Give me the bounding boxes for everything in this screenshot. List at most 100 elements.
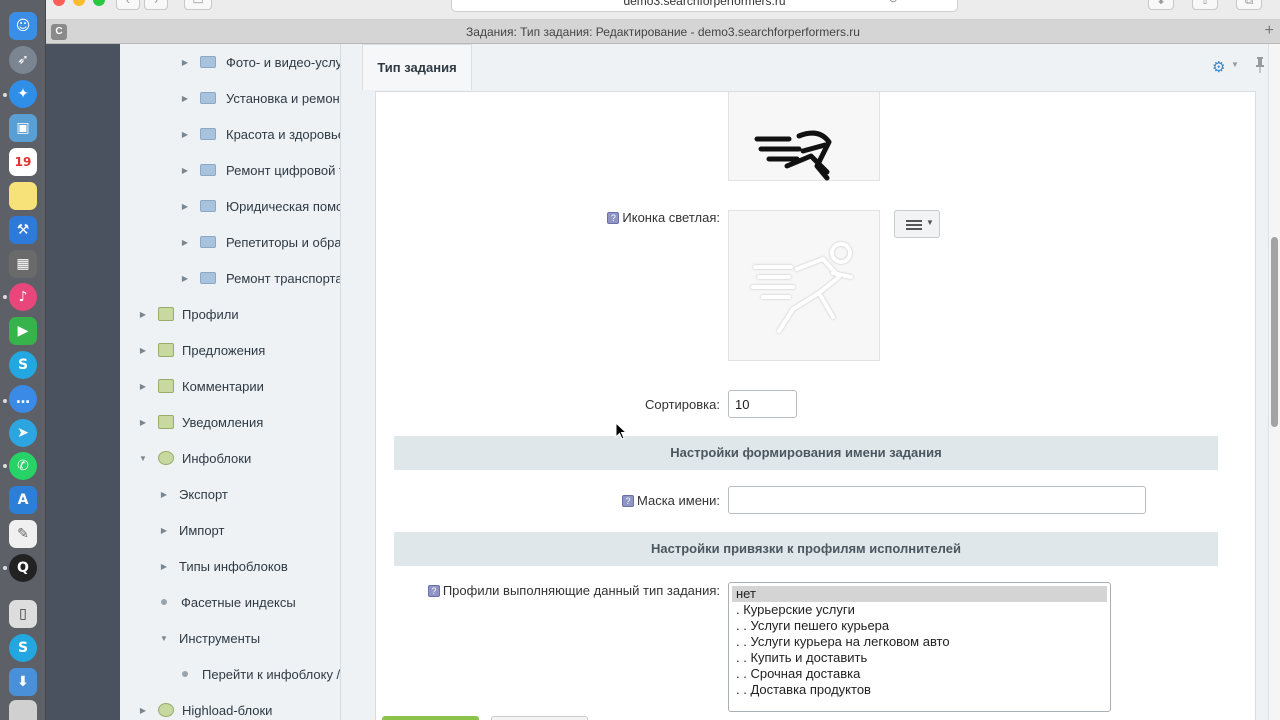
collapse-arrow-icon[interactable]: ▼: [138, 454, 148, 463]
messages-icon[interactable]: …: [9, 385, 37, 413]
tree-item-folder[interactable]: ▶ Установка и ремонт: [180, 88, 340, 108]
collapse-arrow-icon[interactable]: ▼: [159, 634, 169, 643]
calculator-icon[interactable]: ▦: [9, 250, 37, 278]
apply-button[interactable]: [491, 716, 588, 720]
downloads-button[interactable]: ⬇: [1148, 0, 1174, 10]
address-bar[interactable]: demo3.searchforperformers.ru: [451, 0, 958, 12]
expand-arrow-icon[interactable]: ▶: [180, 130, 190, 139]
tree-item-import[interactable]: ▶ Импорт: [159, 520, 225, 540]
itunes-icon[interactable]: ♪: [9, 283, 37, 311]
listbox-option[interactable]: . . Срочная доставка: [732, 666, 1107, 682]
skype-icon[interactable]: S: [9, 351, 37, 379]
tree-item-facet-indexes[interactable]: Фасетные индексы: [159, 592, 296, 612]
icon-light-preview[interactable]: [728, 210, 880, 361]
preview-icon[interactable]: ▣: [9, 114, 37, 142]
expand-arrow-icon[interactable]: ▶: [180, 166, 190, 175]
tabs-overview-button[interactable]: ⧉: [1236, 0, 1262, 10]
sidebar-toggle-button[interactable]: ▭: [184, 0, 212, 10]
zoom-window-icon[interactable]: [93, 0, 105, 6]
finder-icon[interactable]: ☺: [9, 12, 37, 40]
listbox-option[interactable]: . . Доставка продуктов: [732, 682, 1107, 698]
chevron-down-icon[interactable]: ▼: [1231, 60, 1239, 69]
listbox-option[interactable]: . Курьерские услуги: [732, 602, 1107, 618]
calendar-icon[interactable]: 19: [9, 148, 37, 176]
close-window-icon[interactable]: [53, 0, 65, 6]
tab-title[interactable]: Задания: Тип задания: Редактирование - d…: [46, 25, 1280, 39]
reload-icon[interactable]: ↻: [886, 0, 900, 10]
share-button[interactable]: ⇧: [1192, 0, 1218, 10]
forward-button[interactable]: ›: [144, 0, 168, 10]
expand-arrow-icon[interactable]: ▶: [159, 526, 169, 535]
launchpad-icon[interactable]: ➶: [9, 46, 37, 74]
tree-item-infoblocks[interactable]: ▼ Инфоблоки: [138, 448, 251, 468]
expand-arrow-icon[interactable]: ▶: [138, 346, 148, 355]
icon-dark-preview[interactable]: [728, 92, 880, 181]
tree-item-folder[interactable]: ▶Фото- и видео-услуги: [180, 52, 340, 72]
telegram-icon[interactable]: ➤: [9, 419, 37, 447]
sort-input[interactable]: [728, 390, 797, 418]
tab-task-type[interactable]: Тип задания: [362, 44, 472, 90]
expand-arrow-icon[interactable]: ▶: [138, 418, 148, 427]
expand-arrow-icon[interactable]: ▶: [159, 490, 169, 499]
trash-icon[interactable]: [9, 700, 37, 720]
appstore-icon[interactable]: A: [9, 486, 37, 514]
xcode-icon[interactable]: ⚒: [9, 216, 37, 244]
minimize-window-icon[interactable]: [73, 0, 85, 6]
expand-arrow-icon[interactable]: ▶: [180, 58, 190, 67]
tree-item-profiles[interactable]: ▶ Профили: [138, 304, 239, 324]
edit-form: ?Иконка светлая: ▼ Сортировка: Настройки…: [375, 91, 1256, 720]
scrollbar-thumb[interactable]: [1271, 237, 1278, 427]
pin-icon[interactable]: [1255, 57, 1265, 73]
tree-item-export[interactable]: ▶ Экспорт: [159, 484, 228, 504]
gear-icon[interactable]: ⚙: [1212, 58, 1225, 76]
new-tab-button[interactable]: +: [1265, 22, 1274, 40]
tree-item-folder[interactable]: ▶ Ремонт транспорта: [180, 268, 340, 288]
hint-icon[interactable]: ?: [427, 585, 440, 597]
listbox-option[interactable]: . . Услуги пешего курьера: [732, 618, 1107, 634]
expand-arrow-icon[interactable]: ▶: [180, 274, 190, 283]
tree-item-folder[interactable]: ▶ Репетиторы и образ: [180, 232, 340, 252]
whatsapp-icon[interactable]: ✆: [9, 452, 37, 480]
notes-icon[interactable]: [9, 182, 37, 210]
skype-icon-2[interactable]: S: [9, 634, 37, 662]
expand-arrow-icon[interactable]: ▶: [159, 562, 169, 571]
iphone-icon[interactable]: ▯: [9, 600, 37, 628]
tree-item-folder[interactable]: ▶ Ремонт цифровой т: [180, 160, 340, 180]
expand-arrow-icon[interactable]: ▶: [180, 202, 190, 211]
section-icon: [158, 343, 174, 357]
tree-item-go-to-iblock[interactable]: Перейти к инфоблоку /: [180, 664, 340, 684]
textedit-icon[interactable]: ✎: [9, 520, 37, 548]
back-button[interactable]: ‹: [116, 0, 140, 10]
hint-icon[interactable]: ?: [621, 495, 634, 507]
expand-arrow-icon[interactable]: ▶: [138, 310, 148, 319]
tree-item-folder[interactable]: ▶Юридическая помощь: [180, 196, 340, 216]
facetime-icon[interactable]: ▶: [9, 317, 37, 345]
save-button[interactable]: [382, 716, 479, 720]
tree-item-notifications[interactable]: ▶ Уведомления: [138, 412, 263, 432]
tree-item-tools[interactable]: ▼ Инструменты: [159, 628, 260, 648]
expand-arrow-icon[interactable]: ▶: [138, 706, 148, 715]
tree-item-offers[interactable]: ▶ Предложения: [138, 340, 265, 360]
hint-icon[interactable]: ?: [607, 212, 620, 224]
safari-icon[interactable]: ✦: [9, 80, 37, 108]
quicktime-icon[interactable]: Q: [9, 554, 37, 582]
tree-item-folder[interactable]: ▶ Красота и здоровье: [180, 124, 340, 144]
page-scrollbar[interactable]: [1268, 44, 1280, 720]
downloads-icon[interactable]: ⬇: [9, 668, 37, 696]
name-mask-input[interactable]: [728, 486, 1146, 514]
folder-icon: [200, 200, 216, 212]
expand-arrow-icon[interactable]: ▶: [138, 382, 148, 391]
tree-item-comments[interactable]: ▶ Комментарии: [138, 376, 264, 396]
mouse-cursor-icon: [615, 422, 627, 440]
profiles-multiselect[interactable]: нет . Курьерские услуги . . Услуги пешег…: [728, 582, 1111, 712]
menu-icon: [906, 220, 922, 230]
tree-item-iblock-types[interactable]: ▶ Типы инфоблоков: [159, 556, 288, 576]
expand-arrow-icon[interactable]: ▶: [180, 238, 190, 247]
listbox-option[interactable]: . . Купить и доставить: [732, 650, 1107, 666]
listbox-option[interactable]: нет: [732, 586, 1107, 602]
listbox-option[interactable]: . . Услуги курьера на легковом авто: [732, 634, 1107, 650]
tree-item-highload[interactable]: ▶ Highload-блоки: [138, 700, 273, 720]
image-menu-button[interactable]: ▼: [894, 210, 940, 238]
expand-arrow-icon[interactable]: ▶: [180, 94, 190, 103]
running-indicator: [3, 464, 7, 468]
